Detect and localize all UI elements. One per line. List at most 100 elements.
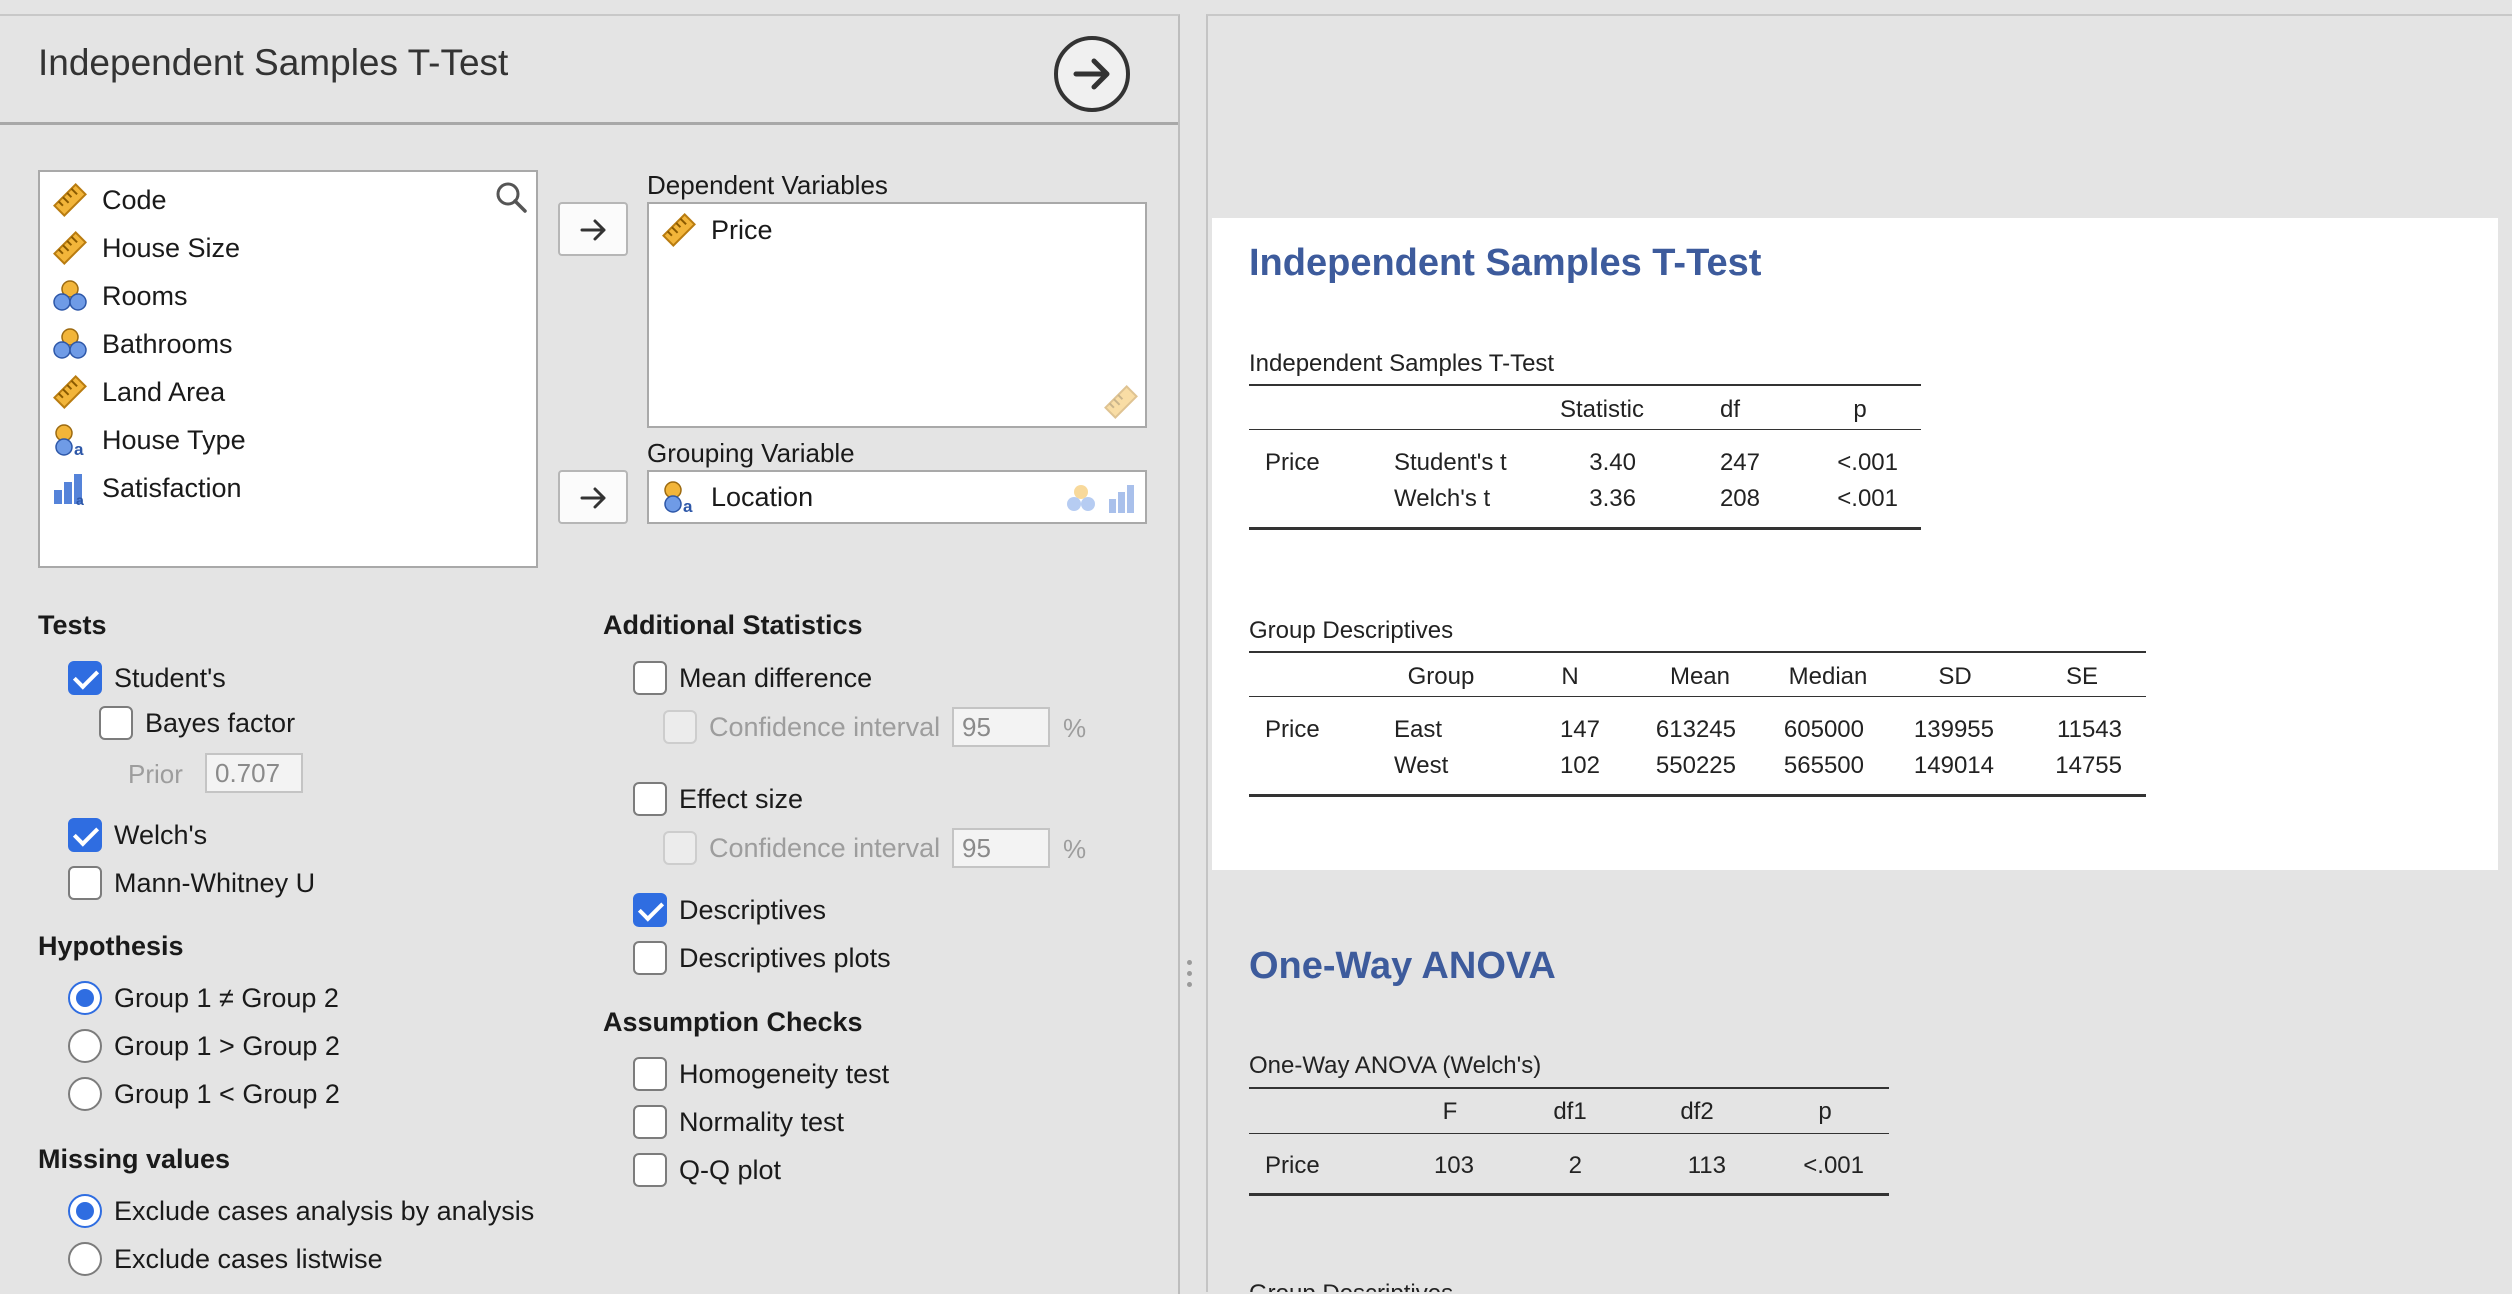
svg-text:a: a	[683, 497, 693, 515]
students-checkbox[interactable]: Student's	[68, 661, 226, 695]
exclude-listwise-radio[interactable]: Exclude cases listwise	[68, 1242, 383, 1276]
table-cell: 605000	[1783, 716, 1864, 743]
scale-icon	[53, 231, 87, 265]
dependent-variables-box[interactable]: Price	[647, 202, 1147, 428]
checkbox-unchecked[interactable]	[633, 1153, 667, 1187]
prior-label: Prior	[128, 759, 183, 789]
radio-unselected[interactable]	[68, 1077, 102, 1111]
radio-unselected[interactable]	[68, 1242, 102, 1276]
grouping-item-location[interactable]: a Location	[661, 477, 813, 517]
search-icon[interactable]	[494, 180, 528, 214]
checkbox-unchecked[interactable]	[633, 1105, 667, 1139]
scale-icon	[662, 213, 696, 247]
missing-values-heading: Missing values	[38, 1144, 231, 1174]
svg-text:a: a	[74, 440, 84, 458]
table-cell: 103	[1433, 1152, 1474, 1179]
checkbox-label: Q-Q plot	[679, 1154, 782, 1185]
table-cell: <.001	[1803, 1152, 1864, 1179]
scale-type-hint-icon	[1104, 385, 1138, 419]
radio-selected[interactable]	[68, 1194, 102, 1228]
header-df: df	[1719, 396, 1740, 423]
checkbox-label: Mean difference	[679, 662, 873, 693]
qq-plot-checkbox[interactable]: Q-Q plot	[633, 1153, 781, 1187]
table-cell: 208	[1719, 485, 1760, 512]
table-cell: Price	[1265, 716, 1320, 743]
grouping-variable-label: Grouping Variable	[647, 438, 855, 468]
header-group: Group	[1407, 663, 1475, 690]
variable-name: House Type	[102, 424, 246, 455]
header-se: SE	[2065, 663, 2098, 690]
prior-input[interactable]	[205, 753, 303, 793]
variable-item-rooms[interactable]: Rooms	[52, 276, 188, 316]
header-p: p	[1818, 1098, 1832, 1125]
checkbox-unchecked[interactable]	[68, 866, 102, 900]
tests-heading: Tests	[38, 610, 107, 640]
table-header-rule	[1249, 1133, 1889, 1134]
variable-name: Rooms	[102, 280, 188, 311]
table-cell: 550225	[1655, 752, 1736, 779]
checkbox-label: Bayes factor	[145, 707, 296, 738]
checkbox-disabled	[663, 710, 697, 744]
variable-item-bathrooms[interactable]: Bathrooms	[52, 324, 233, 364]
table-cell: 14755	[2055, 752, 2122, 779]
variable-item-house-type[interactable]: a House Type	[52, 420, 246, 460]
table-cell: 613245	[1655, 716, 1736, 743]
checkbox-label: Mann-Whitney U	[114, 867, 316, 898]
radio-label: Group 1 < Group 2	[114, 1078, 340, 1109]
welchs-checkbox[interactable]: Welch's	[68, 818, 207, 852]
checkbox-label: Homogeneity test	[679, 1058, 890, 1089]
mann-whitney-checkbox[interactable]: Mann-Whitney U	[68, 866, 315, 900]
checkbox-unchecked[interactable]	[633, 1057, 667, 1091]
move-to-grouping-button[interactable]	[558, 470, 628, 524]
checkbox-unchecked[interactable]	[99, 706, 133, 740]
move-to-dependent-button[interactable]	[558, 202, 628, 256]
variable-item-code[interactable]: Code	[52, 180, 167, 220]
effect-size-ci-checkbox: Confidence interval	[663, 831, 940, 865]
dependent-item-price[interactable]: Price	[661, 210, 773, 250]
checkbox-unchecked[interactable]	[633, 782, 667, 816]
header-df1: df1	[1553, 1098, 1587, 1125]
variable-item-satisfaction[interactable]: a Satisfaction	[52, 468, 242, 508]
table-cell: 139955	[1913, 716, 1994, 743]
table-header-rule	[1249, 429, 1921, 430]
percent-label: %	[1063, 834, 1087, 864]
descriptives-plots-checkbox[interactable]: Descriptives plots	[633, 941, 891, 975]
checkbox-checked[interactable]	[633, 893, 667, 927]
table-cell: Price	[1265, 1152, 1320, 1179]
descriptives-checkbox[interactable]: Descriptives	[633, 893, 826, 927]
header-sd: SD	[1938, 663, 1972, 690]
hypothesis-not-equal-radio[interactable]: Group 1 ≠ Group 2	[68, 981, 339, 1015]
variable-item-land-area[interactable]: Land Area	[52, 372, 225, 412]
normality-test-checkbox[interactable]: Normality test	[633, 1105, 844, 1139]
grouping-variable-box[interactable]: a Location	[647, 470, 1147, 524]
panel-splitter-handle[interactable]	[1187, 960, 1193, 996]
homogeneity-test-checkbox[interactable]: Homogeneity test	[633, 1057, 889, 1091]
panel-title: Independent Samples T-Test	[38, 42, 509, 83]
table-bottom-rule	[1249, 527, 1921, 530]
mean-difference-checkbox[interactable]: Mean difference	[633, 661, 872, 695]
effect-size-checkbox[interactable]: Effect size	[633, 782, 803, 816]
variable-item-house-size[interactable]: House Size	[52, 228, 240, 268]
radio-unselected[interactable]	[68, 1029, 102, 1063]
next-table-caption: Group Descriptives	[1249, 1280, 1453, 1292]
exclude-analysis-radio[interactable]: Exclude cases analysis by analysis	[68, 1194, 534, 1228]
variable-list[interactable]: Code House Size Rooms Bathrooms Land Are…	[38, 170, 538, 568]
checkbox-unchecked[interactable]	[633, 941, 667, 975]
variable-name: Bathrooms	[102, 328, 233, 359]
mean-diff-ci-input[interactable]	[952, 707, 1050, 747]
run-analysis-button[interactable]	[1054, 36, 1130, 112]
hypothesis-greater-radio[interactable]: Group 1 > Group 2	[68, 1029, 340, 1063]
radio-selected[interactable]	[68, 981, 102, 1015]
header-p: p	[1853, 396, 1867, 423]
effect-size-ci-input[interactable]	[952, 828, 1050, 868]
bayes-factor-checkbox[interactable]: Bayes factor	[99, 706, 295, 740]
checkbox-checked[interactable]	[68, 818, 102, 852]
table-bottom-rule	[1249, 794, 2146, 797]
table-cell: Price	[1265, 449, 1320, 476]
nominal-text-icon: a	[55, 424, 84, 458]
checkbox-checked[interactable]	[68, 661, 102, 695]
table-header-rule	[1249, 696, 2146, 697]
allowed-types-icon	[1067, 485, 1134, 513]
hypothesis-less-radio[interactable]: Group 1 < Group 2	[68, 1077, 340, 1111]
checkbox-unchecked[interactable]	[633, 661, 667, 695]
